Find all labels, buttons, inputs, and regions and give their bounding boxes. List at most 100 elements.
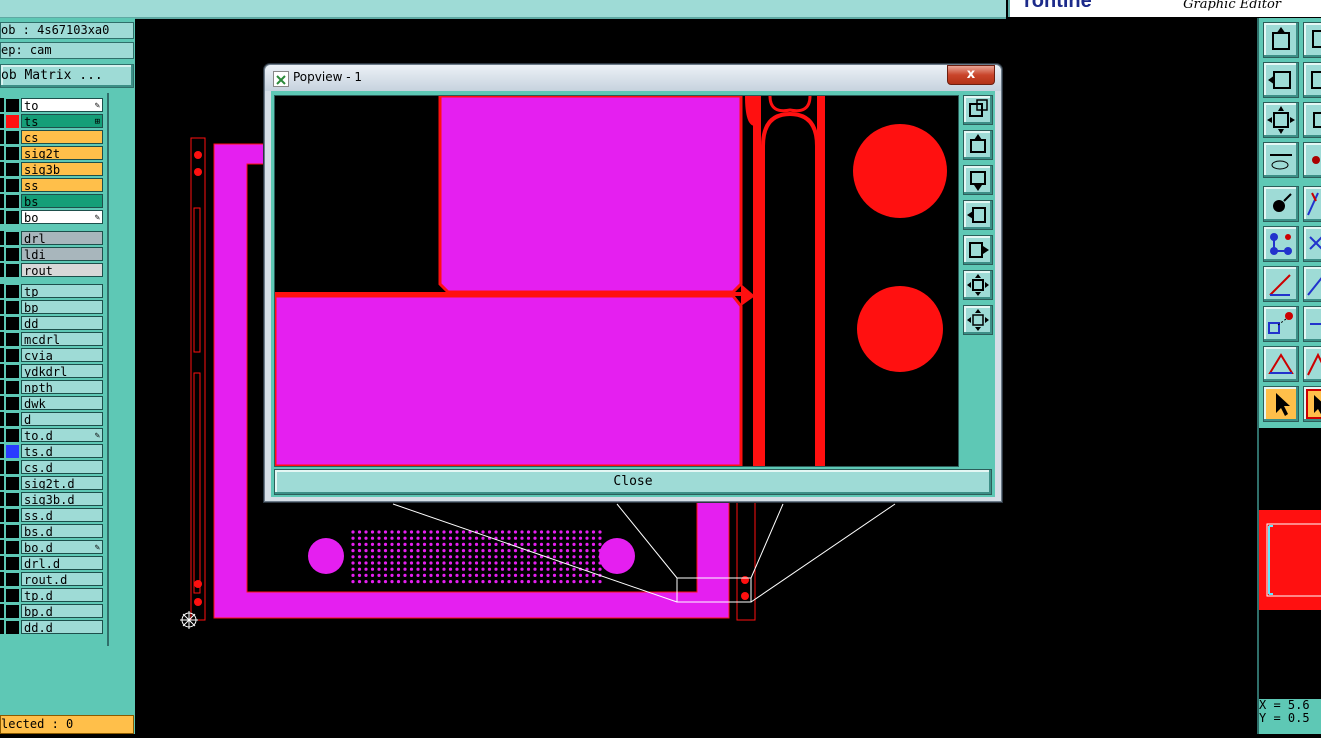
- pan-right-icon[interactable]: [1303, 62, 1321, 98]
- layer-color-swatch[interactable]: [6, 131, 19, 144]
- layer-row[interactable]: ss: [0, 178, 107, 192]
- pan-down-icon[interactable]: [1303, 22, 1321, 58]
- layer-name[interactable]: dwk: [21, 396, 103, 410]
- layer-row[interactable]: ss.d: [0, 508, 107, 522]
- layer-checkbox[interactable]: [0, 380, 4, 394]
- layer-color-swatch[interactable]: [6, 445, 19, 458]
- layer-checkbox[interactable]: [0, 412, 4, 426]
- layer-row[interactable]: ldi: [0, 247, 107, 261]
- layer-name[interactable]: dd.d: [21, 620, 103, 634]
- layer-name[interactable]: dd: [21, 316, 103, 330]
- polygon-2-icon[interactable]: [1303, 346, 1321, 382]
- layer-color-swatch[interactable]: [6, 163, 19, 176]
- layer-name[interactable]: sig2t.d: [21, 476, 103, 490]
- layer-name[interactable]: cs.d: [21, 460, 103, 474]
- snap-icon[interactable]: [1303, 142, 1321, 178]
- layer-color-swatch[interactable]: [6, 333, 19, 346]
- layer-row[interactable]: cs: [0, 130, 107, 144]
- layer-name[interactable]: rout: [21, 263, 103, 277]
- layer-color-swatch[interactable]: [6, 211, 19, 224]
- layer-color-swatch[interactable]: [6, 264, 19, 277]
- layer-color-swatch[interactable]: [6, 349, 19, 362]
- layer-row[interactable]: cs.d: [0, 460, 107, 474]
- layer-checkbox[interactable]: [0, 130, 4, 144]
- layer-name[interactable]: ydkdrl: [21, 364, 103, 378]
- layer-color-swatch[interactable]: [6, 605, 19, 618]
- line-add-icon[interactable]: [1303, 306, 1321, 342]
- zoom-window-icon[interactable]: [963, 95, 993, 125]
- popview-titlebar[interactable]: Popview - 1 x: [265, 65, 1001, 91]
- layer-row[interactable]: sig2t.d: [0, 476, 107, 490]
- line-draw-2-icon[interactable]: [1303, 266, 1321, 302]
- highlight-icon[interactable]: [1303, 186, 1321, 222]
- layer-checkbox[interactable]: [0, 332, 4, 346]
- layer-color-swatch[interactable]: [6, 413, 19, 426]
- pad-add-icon[interactable]: [1263, 306, 1299, 342]
- layer-checkbox[interactable]: [0, 210, 4, 224]
- job-matrix-button[interactable]: ob Matrix ...: [0, 64, 134, 88]
- layer-checkbox[interactable]: [0, 194, 4, 208]
- layer-row[interactable]: bs: [0, 194, 107, 208]
- zoom-home-icon[interactable]: [1303, 102, 1321, 138]
- layer-color-swatch[interactable]: [6, 477, 19, 490]
- layer-row[interactable]: dd: [0, 316, 107, 330]
- layer-color-swatch[interactable]: [6, 509, 19, 522]
- layer-checkbox[interactable]: [0, 460, 4, 474]
- layer-name[interactable]: ts.d: [21, 444, 103, 458]
- layer-row[interactable]: bo ✎: [0, 210, 107, 224]
- zoom-fit-icon[interactable]: [1263, 102, 1299, 138]
- layer-row[interactable]: dd.d: [0, 620, 107, 634]
- window-close-button[interactable]: x: [947, 65, 995, 85]
- layer-color-swatch[interactable]: [6, 429, 19, 442]
- layer-checkbox[interactable]: [0, 524, 4, 538]
- pan-left-icon[interactable]: [1263, 62, 1299, 98]
- layer-checkbox[interactable]: [0, 284, 4, 298]
- cross-icon[interactable]: [1303, 226, 1321, 262]
- layer-row[interactable]: dwk: [0, 396, 107, 410]
- layer-row[interactable]: drl.d: [0, 556, 107, 570]
- layer-list[interactable]: to ✎ ts ⊞ cs sig2t sig3b ss bs bo ✎ drl ldi rout tp bp d…: [0, 93, 107, 646]
- layer-color-swatch[interactable]: [6, 301, 19, 314]
- layer-color-swatch[interactable]: [6, 541, 19, 554]
- polygon-icon[interactable]: [1263, 346, 1299, 382]
- layer-row[interactable]: cvia: [0, 348, 107, 362]
- pan-left-icon[interactable]: [963, 200, 993, 230]
- layer-row[interactable]: mcdrl: [0, 332, 107, 346]
- layer-row[interactable]: to.d ✎: [0, 428, 107, 442]
- layer-checkbox[interactable]: [0, 556, 4, 570]
- layer-row[interactable]: tp.d: [0, 588, 107, 602]
- layer-row[interactable]: d: [0, 412, 107, 426]
- layer-checkbox[interactable]: [0, 178, 4, 192]
- layer-checkbox[interactable]: [0, 98, 4, 112]
- layer-checkbox[interactable]: [0, 396, 4, 410]
- layer-row[interactable]: sig3b: [0, 162, 107, 176]
- layer-color-swatch[interactable]: [6, 493, 19, 506]
- layer-checkbox[interactable]: [0, 348, 4, 362]
- layer-row[interactable]: tp: [0, 284, 107, 298]
- pan-up-icon[interactable]: [1263, 22, 1299, 58]
- layer-row[interactable]: bp.d: [0, 604, 107, 618]
- layer-name[interactable]: bo ✎: [21, 210, 103, 224]
- pan-down-icon[interactable]: [963, 165, 993, 195]
- layer-color-swatch[interactable]: [6, 557, 19, 570]
- layer-checkbox[interactable]: [0, 162, 4, 176]
- layer-checkbox[interactable]: [0, 316, 4, 330]
- layer-row[interactable]: rout: [0, 263, 107, 277]
- layer-row[interactable]: sig2t: [0, 146, 107, 160]
- layer-row[interactable]: bs.d: [0, 524, 107, 538]
- layer-name[interactable]: ss.d: [21, 508, 103, 522]
- layer-row[interactable]: ts ⊞: [0, 114, 107, 128]
- layer-name[interactable]: d: [21, 412, 103, 426]
- layer-color-swatch[interactable]: [6, 179, 19, 192]
- layer-name[interactable]: tp.d: [21, 588, 103, 602]
- layer-checkbox[interactable]: [0, 428, 4, 442]
- layer-checkbox[interactable]: [0, 114, 4, 128]
- overview-map[interactable]: [1259, 428, 1321, 702]
- layer-color-swatch[interactable]: [6, 461, 19, 474]
- pan-right-icon[interactable]: [963, 235, 993, 265]
- zoom-fit-icon[interactable]: [963, 270, 993, 300]
- layer-color-swatch[interactable]: [6, 147, 19, 160]
- layer-row[interactable]: npth: [0, 380, 107, 394]
- layer-color-swatch[interactable]: [6, 397, 19, 410]
- zoom-home-icon[interactable]: [963, 305, 993, 335]
